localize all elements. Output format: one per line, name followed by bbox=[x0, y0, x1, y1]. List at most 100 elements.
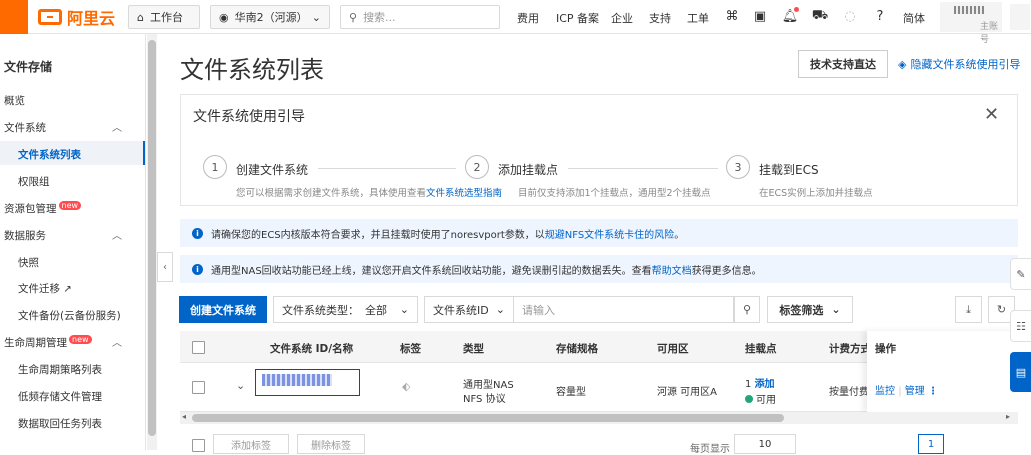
notice-text: 通用型NAS回收站功能已经上线，建议您开启文件系统回收站功能，避免误删引起的数据… bbox=[211, 262, 762, 277]
bottom-select-checkbox[interactable] bbox=[192, 439, 205, 452]
expand-row-icon[interactable]: ⌄ bbox=[236, 379, 245, 392]
sidebar-item-backup[interactable]: 文件备份(云备份服务) bbox=[18, 308, 121, 323]
nav-ticket[interactable]: 工单 bbox=[687, 10, 709, 26]
account-type: 主账号 bbox=[980, 22, 999, 45]
fs-type-value: 全部 bbox=[365, 303, 387, 317]
more-actions-icon[interactable]: ⋮ bbox=[928, 386, 938, 397]
column-header: 文件系统 ID/名称 bbox=[270, 343, 354, 355]
edit-feedback-button[interactable]: ✎ bbox=[1010, 258, 1031, 290]
lightbulb-icon[interactable]: ◌ bbox=[842, 8, 858, 24]
search-field-select[interactable]: 文件系统ID ⌄ bbox=[424, 296, 514, 323]
code-icon[interactable]: ⌘ bbox=[724, 8, 740, 24]
search-field-label: 文件系统ID bbox=[433, 303, 489, 317]
cart-icon[interactable]: ⛟ bbox=[812, 8, 828, 24]
chevron-down-icon: ⌄ bbox=[495, 303, 505, 316]
close-icon[interactable]: ✕ bbox=[984, 104, 999, 125]
sidebar-item-data-retrieve[interactable]: 数据取回任务列表 bbox=[18, 416, 102, 431]
download-icon: ⤓ bbox=[966, 302, 971, 316]
sidebar-scrollbar[interactable] bbox=[147, 34, 157, 450]
step-description: 您可以根据需求创建文件系统，具体使用查看文件系统选型指南 bbox=[236, 185, 502, 199]
fs-search-input[interactable]: 请输入 bbox=[514, 296, 734, 323]
status-check-icon bbox=[745, 395, 753, 403]
download-button[interactable]: ⤓ bbox=[955, 296, 982, 323]
scrollbar-thumb[interactable] bbox=[148, 40, 156, 436]
nav-fees[interactable]: 费用 bbox=[517, 10, 539, 26]
sidebar-item-permission-group[interactable]: 权限组 bbox=[18, 174, 50, 189]
sidebar-group-lifecycle[interactable]: 生命周期管理 new bbox=[4, 335, 92, 350]
sidebar-group-filesystem[interactable]: 文件系统 bbox=[4, 120, 46, 135]
account-area[interactable]: 主账号 bbox=[940, 2, 1002, 45]
chevron-up-icon[interactable]: ︿ bbox=[112, 119, 122, 134]
create-filesystem-button[interactable]: 创建文件系统 bbox=[179, 296, 267, 323]
help-doc-link[interactable]: 帮助文档 bbox=[652, 266, 692, 277]
nav-icp[interactable]: ICP 备案 bbox=[556, 10, 599, 26]
sidebar-item-snapshot[interactable]: 快照 bbox=[18, 255, 39, 270]
scrollbar-thumb[interactable] bbox=[192, 414, 784, 422]
chevron-up-icon[interactable]: ︿ bbox=[112, 227, 122, 242]
fs-type-line1: 通用型NAS bbox=[463, 380, 514, 391]
select-all-checkbox[interactable] bbox=[192, 341, 205, 354]
step-number: 2 bbox=[465, 155, 489, 179]
step-connector bbox=[568, 168, 718, 169]
sidebar-item-low-freq[interactable]: 低频存储文件管理 bbox=[18, 389, 102, 404]
sidebar-collapse-button[interactable]: ‹ bbox=[157, 252, 173, 282]
filesystem-id-masked[interactable] bbox=[262, 374, 332, 386]
resource-pack-label: 资源包管理 bbox=[4, 203, 57, 215]
zone: 河源 可用区A bbox=[657, 387, 718, 398]
help-icon[interactable]: ? bbox=[872, 8, 888, 24]
add-mount-link[interactable]: 添加 bbox=[755, 379, 775, 390]
manage-link[interactable]: 管理 bbox=[905, 386, 925, 397]
tag-filter-button[interactable]: 标签筛选 ⌄ bbox=[767, 296, 853, 323]
pagination-current[interactable]: 1 bbox=[918, 434, 944, 454]
chat-button[interactable]: ☷ bbox=[1010, 310, 1031, 342]
home-icon: ⌂ bbox=[137, 10, 144, 24]
per-page-select[interactable]: 10 bbox=[734, 434, 796, 454]
notice-pre: 请确保您的ECS内核版本符合要求，并且挂载时使用了noresvport参数，以 bbox=[211, 229, 545, 241]
nav-enterprise[interactable]: 企业 bbox=[611, 10, 633, 26]
hide-guide-label: 隐藏文件系统使用引导 bbox=[910, 58, 1021, 71]
workbench-button[interactable]: ⌂ 工作台 bbox=[128, 5, 200, 29]
menu-toggle[interactable] bbox=[0, 0, 28, 34]
sidebar-item-resource-pack[interactable]: 资源包管理 new bbox=[4, 201, 82, 216]
nfs-risk-link[interactable]: 规避NFS文件系统卡住的风险 bbox=[545, 230, 674, 241]
hide-guide-link[interactable]: ◈ 隐藏文件系统使用引导 bbox=[898, 56, 1020, 72]
search-button[interactable]: ⚲ bbox=[734, 296, 760, 323]
notification-dot bbox=[794, 7, 799, 12]
scroll-left-icon[interactable]: ◂ bbox=[182, 412, 186, 421]
fs-selection-guide-link[interactable]: 文件系统选型指南 bbox=[426, 188, 502, 199]
assistant-button[interactable]: ▤ bbox=[1010, 352, 1031, 392]
chevron-up-icon[interactable]: ︿ bbox=[112, 334, 122, 349]
new-badge: new bbox=[69, 335, 92, 344]
avatar[interactable] bbox=[1010, 4, 1030, 30]
language-switch[interactable]: 简体 bbox=[903, 10, 925, 26]
terminal-icon[interactable]: ▣ bbox=[752, 8, 768, 24]
sidebar-item-migration[interactable]: 文件迁移 ↗ bbox=[18, 281, 72, 296]
sidebar-item-fs-list[interactable]: 文件系统列表 bbox=[18, 147, 81, 162]
remove-tag-button[interactable]: 删除标签 bbox=[297, 434, 365, 454]
tag-icon[interactable]: ⬖ bbox=[402, 380, 410, 393]
row-checkbox[interactable] bbox=[192, 381, 205, 394]
region-selector[interactable]: ◉ 华南2（河源） ⌄ bbox=[210, 5, 330, 29]
global-search-input[interactable]: ⚲ 搜索... bbox=[340, 5, 500, 29]
chevron-down-icon: ⌄ bbox=[399, 303, 409, 316]
column-header: 操作 bbox=[875, 343, 896, 355]
fs-type-label: 文件系统类型： bbox=[282, 303, 359, 317]
region-label: 华南2（河源） bbox=[234, 11, 308, 24]
add-tag-button[interactable]: 添加标签 bbox=[213, 434, 289, 454]
aliyun-logo[interactable]: 阿里云 bbox=[38, 7, 115, 28]
monitor-link[interactable]: 监控 bbox=[875, 386, 895, 397]
sidebar-item-overview[interactable]: 概览 bbox=[4, 93, 25, 108]
step-description: 在ECS实例上添加并挂载点 bbox=[759, 188, 873, 199]
fs-type-select[interactable]: 文件系统类型： 全部 ⌄ bbox=[273, 296, 418, 323]
divider: | bbox=[898, 386, 902, 397]
account-name-masked bbox=[954, 6, 984, 14]
tech-support-button[interactable]: 技术支持直达 bbox=[798, 50, 888, 78]
nav-support[interactable]: 支持 bbox=[649, 10, 671, 26]
scroll-right-icon[interactable]: ▸ bbox=[1006, 412, 1010, 421]
location-icon: ◉ bbox=[219, 10, 229, 24]
sidebar-item-lifecycle-policy[interactable]: 生命周期策略列表 bbox=[18, 362, 102, 377]
table-horizontal-scrollbar[interactable]: ◂ ▸ bbox=[180, 412, 1018, 424]
sidebar-group-data-service[interactable]: 数据服务 bbox=[4, 228, 46, 243]
info-icon: i bbox=[192, 263, 203, 275]
page-title: 文件系统列表 bbox=[180, 56, 324, 84]
